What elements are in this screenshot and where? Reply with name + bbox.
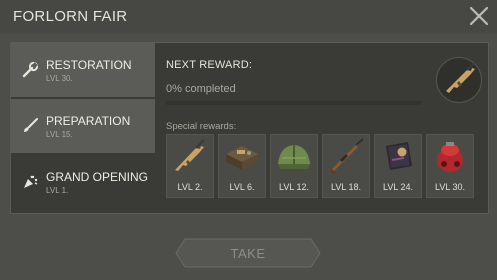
workbench-icon [226,146,258,170]
tab-restoration[interactable]: RESTORATION LVL 30. [11,43,155,98]
paintbrush-icon [24,118,38,132]
reward-item[interactable]: LVL 6. [218,134,266,198]
progress-bar [166,101,422,105]
rewards-content: NEXT REWARD: 0% completed Special reward… [166,43,486,213]
red-backpack-icon [437,142,463,172]
reward-item[interactable]: LVL 18. [322,134,370,198]
tab-level: LVL 15. [46,130,73,139]
window-title: FORLORN FAIR [13,8,128,25]
reward-item[interactable]: LVL 2. [166,134,214,198]
reward-item[interactable]: LVL 30. [426,134,474,198]
take-button[interactable]: TAKE [175,238,321,268]
progress-text: 0% completed [166,83,236,95]
tab-name: GRAND OPENING [46,170,149,184]
tab-level: LVL 1. [46,186,69,195]
reward-level: LVL 6. [229,182,255,192]
tab-preparation[interactable]: PREPARATION LVL 15. [11,99,155,154]
next-reward-item[interactable] [436,57,482,103]
sniper-rifle-icon [330,138,364,174]
title-bar: FORLORN FAIR [0,0,497,34]
tab-level: LVL 30. [46,74,73,83]
rifle-icon [175,139,205,171]
tent-icon [278,145,310,169]
reward-level: LVL 30. [434,182,466,192]
take-button-label: TAKE [230,246,266,261]
reward-level: LVL 24. [382,182,414,192]
reward-item[interactable]: LVL 24. [374,134,422,198]
next-reward-label: NEXT REWARD: [166,59,253,71]
badge-book-icon [386,142,412,170]
stage-tabs: RESTORATION LVL 30. PREPARATION LVL 15. … [11,43,155,213]
party-popper-icon [24,175,38,188]
rifle-icon [446,62,475,93]
tab-name: PREPARATION [46,114,131,128]
reward-level: LVL 12. [278,182,310,192]
reward-item[interactable]: LVL 12. [270,134,318,198]
tab-grand-opening[interactable]: GRAND OPENING LVL 1. [11,155,155,210]
special-rewards-label: Special rewards: [166,121,237,132]
tab-name: RESTORATION [46,58,132,72]
wrench-icon [22,61,39,78]
close-icon [469,6,489,26]
close-button[interactable] [469,6,489,26]
reward-level: LVL 2. [177,182,203,192]
reward-level: LVL 18. [330,182,362,192]
event-panel: RESTORATION LVL 30. PREPARATION LVL 15. … [10,42,489,214]
